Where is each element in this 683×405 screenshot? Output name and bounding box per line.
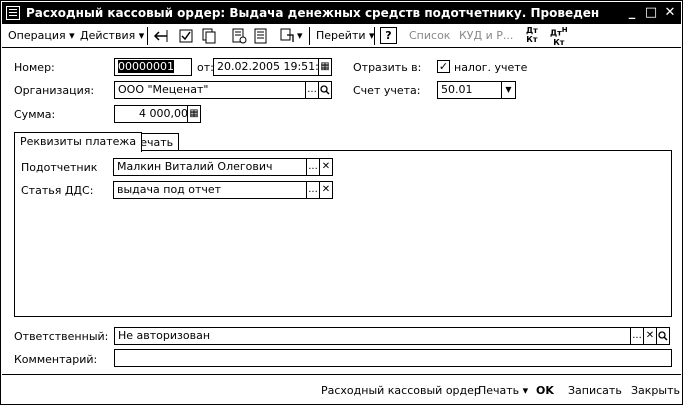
comment-label: Комментарий: [14,353,98,366]
dds-item-input[interactable]: выдача под отчет [113,181,307,199]
responsible-input[interactable]: Не авторизован [114,327,631,345]
structure-dropdown-icon[interactable]: ▾ [297,29,303,42]
document-report-icon[interactable] [252,27,270,45]
responsible-clear-icon[interactable]: ✕ [643,327,657,345]
actions-menu[interactable]: Действия ▾ [80,29,144,42]
number-label: Номер: [14,61,55,74]
account-input[interactable]: 50.01 [437,81,503,99]
tax-accounting-label: налог. учете [454,61,528,74]
sum-label: Сумма: [14,108,56,121]
maximize-button[interactable]: □ [643,5,659,21]
reflect-label: Отразить в: [353,61,422,74]
operation-menu-label: Операция [8,29,66,42]
date-input[interactable]: 20.02.2005 19:51:09 [213,58,319,76]
minimize-button[interactable]: _ [624,5,640,21]
chevron-down-icon: ▾ [522,384,529,397]
kudir-button[interactable]: КУД и Р... [459,29,513,42]
payment-details-panel: Подотчетник Малкин Виталий Олегович ... … [14,150,672,317]
calculator-icon[interactable]: ▦ [187,105,201,123]
toolbar: Операция ▾ Действия ▾ ▾ Перейти ▾ ? Спис… [2,24,681,48]
kt-label: Кт [526,35,538,44]
account-label: Счет учета: [353,84,421,97]
post-document-icon[interactable] [177,27,195,45]
dt-label: Дт [526,26,538,35]
actions-menu-label: Действия [80,29,136,42]
responsible-label: Ответственный: [14,330,109,343]
sum-input[interactable]: 4 000,00 [114,105,192,123]
toolbar-separator [309,27,310,45]
bottom-separator [2,374,681,375]
structure-icon[interactable] [279,27,297,45]
toolbar-separator [374,27,375,45]
tax-superscript: Н [561,26,568,34]
responsible-select-button[interactable]: ... [630,327,644,345]
cash-order-print-button[interactable]: Расходный кассовый ордер [321,384,481,397]
number-value: 00000001 [118,60,174,73]
operation-menu[interactable]: Операция ▾ [8,29,75,42]
print-menu-label: Печать [478,384,520,397]
document-icon [6,6,20,20]
organization-search-icon[interactable] [318,81,332,99]
copy-document-icon[interactable] [200,27,218,45]
window-title: Расходный кассовый ордер: Выдача денежны… [26,6,600,20]
toolbar-separator [147,27,148,45]
go-back-icon[interactable] [152,27,170,45]
responsible-search-icon[interactable] [656,327,670,345]
date-label: от: [197,61,214,74]
organization-label: Организация: [14,84,95,97]
dds-item-label: Статья ДДС: [21,184,94,197]
close-window-button[interactable]: ✕ [662,5,678,21]
title-bar: Расходный кассовый ордер: Выдача денежны… [2,2,681,24]
organization-select-button[interactable]: ... [305,81,319,99]
document-window: Расходный кассовый ордер: Выдача денежны… [0,0,683,405]
print-preview-icon[interactable] [230,27,248,45]
accountable-person-select-button[interactable]: ... [306,158,320,176]
dt-label: Дт [550,28,562,38]
account-dropdown-icon[interactable]: ▼ [501,81,516,99]
chevron-down-icon: ▾ [69,29,75,42]
goto-menu[interactable]: Перейти ▾ [316,29,375,42]
dt-kt-tax-icon[interactable]: ДтН Кт [550,26,568,47]
accountable-person-label: Подотчетник [21,161,98,174]
search-icon [320,85,330,95]
help-icon[interactable]: ? [380,27,397,44]
goto-menu-label: Перейти [316,29,366,42]
close-button[interactable]: Закрыть [631,384,680,397]
kt-label: Кт [553,37,565,47]
dds-item-clear-icon[interactable]: ✕ [319,181,333,199]
print-menu[interactable]: Печать ▾ [478,384,528,397]
accountable-person-input[interactable]: Малкин Виталий Олегович [113,158,307,176]
number-input[interactable]: 00000001 [114,58,192,76]
chevron-down-icon: ▾ [138,29,145,42]
tab-payment-details[interactable]: Реквизиты платежа [14,132,143,152]
calendar-icon[interactable]: ▦ [318,58,332,76]
tax-accounting-checkbox[interactable]: ✓ [437,60,450,73]
save-button[interactable]: Записать [568,384,622,397]
dt-kt-icon[interactable]: Дт Кт [526,26,538,44]
list-button[interactable]: Список [409,29,450,42]
ok-button[interactable]: OK [536,384,554,397]
comment-input[interactable] [114,349,672,367]
accountable-person-clear-icon[interactable]: ✕ [319,158,333,176]
dds-item-select-button[interactable]: ... [306,181,320,199]
organization-input[interactable]: ООО "Меценат" [114,81,306,99]
search-icon [658,331,668,341]
